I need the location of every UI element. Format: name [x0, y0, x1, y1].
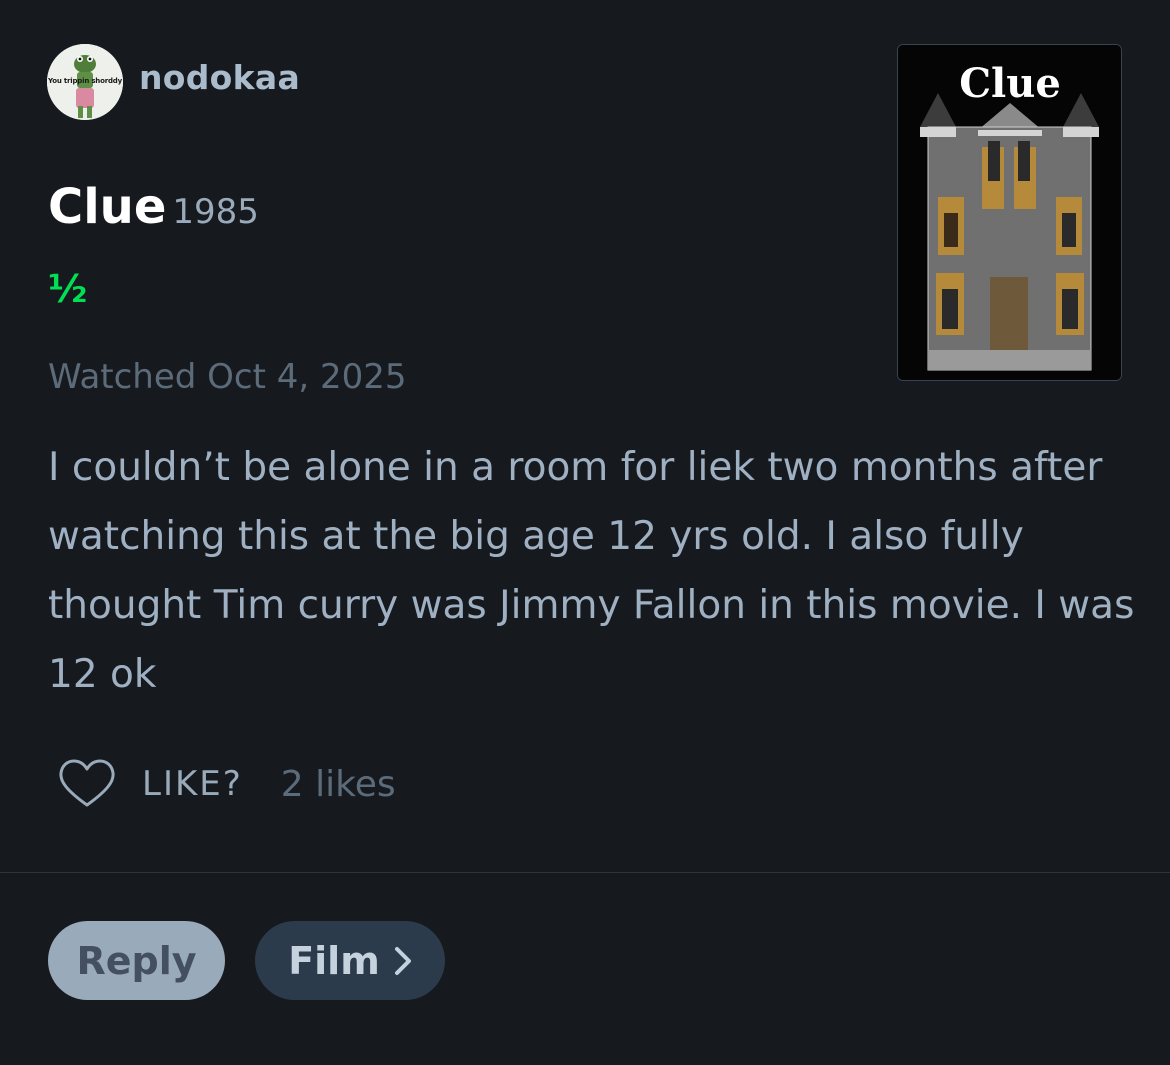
poster-title: Clue	[959, 60, 1061, 107]
review-text: I couldn’t be alone in a room for liek t…	[48, 445, 1135, 697]
film-button-label: Film	[288, 938, 380, 983]
haunted-mansion-poster: Clue	[898, 45, 1121, 380]
film-poster[interactable]: Clue	[897, 44, 1122, 381]
divider	[0, 872, 1170, 873]
like-button[interactable]: LIKE?	[142, 764, 243, 804]
like-row: LIKE? 2 likes	[58, 756, 396, 812]
username[interactable]: nodokaa	[139, 61, 300, 94]
star-rating: ½	[48, 267, 88, 311]
film-button[interactable]: Film	[255, 921, 445, 1000]
reply-button[interactable]: Reply	[48, 921, 225, 1000]
film-title[interactable]: Clue	[48, 179, 166, 235]
heart-outline-icon[interactable]	[58, 759, 116, 809]
reply-button-label: Reply	[76, 938, 197, 983]
watched-date: Watched Oct 4, 2025	[48, 357, 407, 397]
user-avatar[interactable]: You trippin shorddy	[47, 44, 123, 120]
chevron-right-icon	[394, 946, 411, 975]
avatar-caption: You trippin shorddy	[48, 77, 122, 85]
likes-count[interactable]: 2 likes	[281, 764, 396, 805]
film-year[interactable]: 1985	[172, 192, 259, 232]
film-title-row: Clue 1985	[48, 183, 259, 231]
